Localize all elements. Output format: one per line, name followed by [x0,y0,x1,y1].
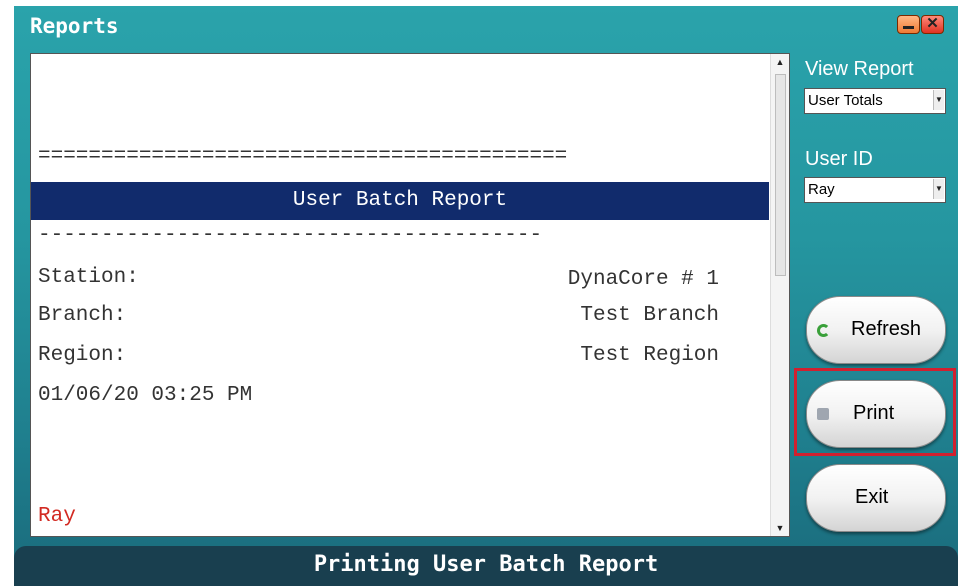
separator-single: ---------------------------------------- [38,224,543,247]
status-text: Printing User Batch Report [313,552,659,577]
station-value: DynaCore # 1 [567,268,719,291]
close-button[interactable]: ✕ [921,15,944,34]
report-viewer[interactable]: ========================================… [30,53,790,537]
report-user: Ray [38,505,76,528]
dropdown-arrow-icon: ▼ [933,179,944,199]
dropdown-arrow-icon: ▼ [933,90,944,110]
window-title: Reports [30,14,119,38]
region-value: Test Region [580,344,719,367]
exit-label: Exit [855,486,889,508]
report-banner: User Batch Report [31,182,769,220]
scroll-down-arrow-icon[interactable]: ▼ [771,520,789,536]
user-id-select[interactable]: Ray ▼ [804,177,946,203]
view-report-select[interactable]: User Totals ▼ [804,88,946,114]
report-timestamp: 01/06/20 03:25 PM [38,384,253,407]
report-title: User Batch Report [292,189,508,212]
user-id-value: Ray [808,181,835,198]
separator-double: ========================================… [38,145,568,168]
refresh-icon [817,324,830,337]
user-id-label: User ID [805,148,873,170]
branch-label: Branch: [38,304,127,327]
close-icon: ✕ [926,15,939,32]
station-label: Station: [38,266,139,289]
refresh-button[interactable]: Refresh [806,296,946,364]
report-scrollbar[interactable]: ▲ ▼ [770,54,789,536]
scroll-up-arrow-icon[interactable]: ▲ [771,54,789,70]
title-bar: Reports ✕ [14,6,958,46]
print-highlight-box [794,368,956,456]
status-bar: Printing User Batch Report [14,546,958,586]
region-label: Region: [38,344,127,367]
branch-value: Test Branch [580,304,719,327]
view-report-value: User Totals [808,92,883,109]
reports-window: Reports ✕ ==============================… [14,6,958,586]
minimize-button[interactable] [897,15,920,34]
scroll-thumb[interactable] [775,74,786,276]
refresh-label: Refresh [851,318,922,340]
exit-button[interactable]: Exit [806,464,946,532]
view-report-label: View Report [805,58,914,80]
